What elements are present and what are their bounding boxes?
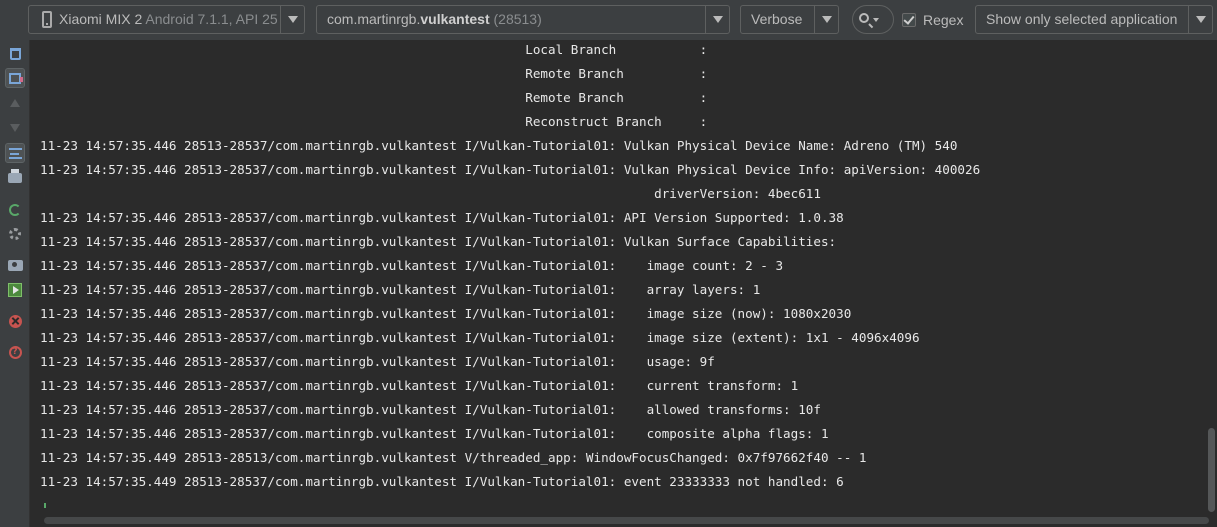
scroll-to-end-button[interactable] [5,68,25,88]
logcat-toolbar: Xiaomi MIX 2 Android 7.1.1, API 25 com.m… [0,0,1217,40]
camera-icon [7,259,23,271]
process-package-prefix: com.martinrgb. [327,11,421,27]
log-line: 11-23 14:57:35.449 28513-28537/com.marti… [40,474,844,489]
print-button[interactable] [6,169,24,187]
log-level-value: Verbose [751,11,803,27]
print-icon [8,169,22,183]
arrow-down-icon [10,124,20,132]
log-line: 11-23 14:57:35.446 28513-28537/com.marti… [40,378,799,393]
clear-logcat-button[interactable] [6,45,24,63]
logcat-side-toolbar: ? [0,40,30,527]
search-input[interactable] [852,5,894,34]
log-level-selector[interactable]: Verbose [740,5,839,34]
regex-label: Regex [923,12,964,28]
down-the-stack-button[interactable] [6,119,24,137]
log-line: 11-23 14:57:35.446 28513-28537/com.marti… [40,330,920,345]
scroll-to-end-icon [9,72,23,84]
process-dropdown-arrow[interactable] [705,6,729,33]
search-icon [859,13,869,23]
text-caret [44,503,46,508]
log-line: 11-23 14:57:35.446 28513-28537/com.marti… [40,282,761,297]
help-icon: ? [8,345,22,359]
log-line: driverVersion: 4bec611 [40,186,821,201]
device-name: Xiaomi MIX 2 [59,11,143,27]
log-line: 11-23 14:57:35.446 28513-28537/com.marti… [40,354,715,369]
log-line: 11-23 14:57:35.446 28513-28537/com.marti… [40,138,958,153]
log-line: Reconstruct Branch : [40,114,708,129]
log-line: 11-23 14:57:35.446 28513-28537/com.marti… [40,162,981,177]
gear-icon [9,228,21,240]
device-dropdown-arrow[interactable] [280,6,304,33]
search-history-icon[interactable] [873,18,879,22]
restart-button[interactable] [6,201,24,219]
log-level-dropdown-arrow[interactable] [814,6,838,33]
stop-icon [8,314,22,328]
filter-selector[interactable]: Show only selected application [975,5,1213,34]
chevron-down-icon [712,16,723,23]
log-line: Remote Branch : [40,90,708,105]
chevron-down-icon [287,16,298,23]
chevron-down-icon [1195,16,1206,23]
vertical-scrollbar[interactable] [1208,428,1215,512]
record-icon [8,283,22,297]
soft-wrap-button[interactable] [5,143,25,163]
regex-toggle[interactable]: Regex [902,10,963,30]
screen-capture-button[interactable] [6,256,24,274]
chevron-down-icon [821,16,832,23]
phone-icon [42,11,52,28]
restart-icon [9,204,21,216]
up-the-stack-button[interactable] [6,94,24,112]
log-line: 11-23 14:57:35.446 28513-28537/com.marti… [40,234,837,249]
arrow-up-icon [10,99,20,107]
soft-wrap-icon [8,147,22,159]
process-package-name: vulkantest [420,11,490,27]
settings-button[interactable] [6,225,24,243]
filter-dropdown-arrow[interactable] [1188,6,1212,33]
horizontal-scrollbar[interactable] [44,517,1209,524]
log-line: Local Branch : [40,42,708,57]
log-line: 11-23 14:57:35.449 28513-28513/com.marti… [40,450,867,465]
log-line: 11-23 14:57:35.446 28513-28537/com.marti… [40,210,844,225]
logcat-output[interactable]: Local Branch : Remote Branch : Remote Br… [31,40,1217,514]
trash-icon [9,48,21,60]
help-button[interactable]: ? [6,343,24,361]
screen-record-button[interactable] [6,281,24,299]
terminate-app-button[interactable] [6,312,24,330]
log-line: 11-23 14:57:35.446 28513-28537/com.marti… [40,402,821,417]
regex-checkbox[interactable] [902,13,916,27]
log-line: 11-23 14:57:35.446 28513-28537/com.marti… [40,258,784,273]
filter-value: Show only selected application [986,11,1178,27]
process-selector[interactable]: com.martinrgb.vulkantest (28513) [316,5,730,34]
device-selector[interactable]: Xiaomi MIX 2 Android 7.1.1, API 25 [28,5,305,34]
log-line: Remote Branch : [40,66,708,81]
log-line: 11-23 14:57:35.446 28513-28537/com.marti… [40,306,852,321]
log-line: 11-23 14:57:35.446 28513-28537/com.marti… [40,426,829,441]
process-pid: (28513) [489,11,542,27]
device-details: Android 7.1.1, API 25 [142,11,278,27]
